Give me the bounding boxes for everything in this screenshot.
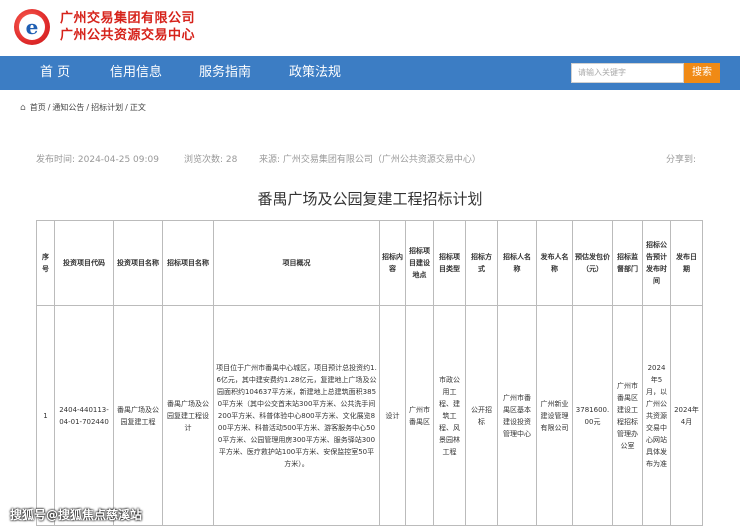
- breadcrumb-separator: /: [86, 103, 90, 112]
- cell-price: 3781600.00元: [572, 305, 613, 526]
- column-header: 招标方式: [465, 220, 498, 306]
- breadcrumb-current: 正文: [129, 103, 146, 112]
- table-row: 1 2404-440113-04-01-702440 番禺广场及公园复建工程 番…: [36, 305, 703, 526]
- org-name-line1: 广州交易集团有限公司: [60, 11, 196, 26]
- search-input[interactable]: 请输入关键字: [571, 63, 684, 83]
- breadcrumb-separator: /: [47, 103, 51, 112]
- column-header: 预估发包价（元）: [572, 220, 613, 306]
- column-header: 项目概况: [213, 220, 380, 306]
- breadcrumb-separator: /: [125, 103, 128, 112]
- share-label: 分享到:: [666, 155, 697, 165]
- view-count: 浏览次数: 28: [184, 155, 238, 165]
- cell-supervisor: 广州市番禺区建设工程招标管理办公室: [612, 305, 643, 526]
- org-name-line2: 广州公共资源交易中心: [60, 28, 196, 43]
- breadcrumb-notice[interactable]: 通知公告: [52, 102, 84, 113]
- publish-time: 发布时间: 2024-04-25 09:09: [36, 155, 159, 165]
- cell-tender-name: 番禺广场及公园复建工程设计: [162, 305, 214, 526]
- tender-plan-table: 序号 投资项目代码 投资项目名称 招标项目名称 项目概况 招标内容 招标项目建设…: [36, 220, 703, 526]
- column-header: 发布日期: [670, 220, 703, 306]
- breadcrumb-plan[interactable]: 招标计划: [91, 102, 123, 113]
- site-header: e 广州交易集团有限公司 广州公共资源交易中心: [0, 0, 740, 56]
- article-source: 来源: 广州交易集团有限公司（广州公共资源交易中心）: [259, 155, 481, 165]
- site-logo[interactable]: e: [14, 9, 50, 45]
- watermark: 搜狐号@搜狐焦点慈溪站: [10, 508, 143, 522]
- cell-tenderer: 广州市番禺区基本建设投资管理中心: [497, 305, 537, 526]
- nav-item-credit[interactable]: 信用信息: [110, 56, 162, 90]
- column-header: 投资项目名称: [113, 220, 163, 306]
- column-header: 招标内容: [379, 220, 406, 306]
- column-header: 招标公告预计发布时间: [642, 220, 671, 306]
- cell-invest-name: 番禺广场及公园复建工程: [113, 305, 163, 526]
- column-header: 发布人名称: [536, 220, 573, 306]
- breadcrumb: ⌂ 首页 / 通知公告 / 招标计划 / 正文: [20, 102, 146, 113]
- nav-item-policy[interactable]: 政策法规: [289, 56, 341, 90]
- cell-code: 2404-440113-04-01-702440: [54, 305, 114, 526]
- column-header: 招标项目名称: [162, 220, 214, 306]
- org-name: 广州交易集团有限公司 广州公共资源交易中心: [60, 10, 195, 44]
- article-title: 番禺广场及公园复建工程招标计划: [257, 190, 483, 208]
- search-button[interactable]: 搜索: [684, 63, 720, 83]
- table-header-row: 序号 投资项目代码 投资项目名称 招标项目名称 项目概况 招标内容 招标项目建设…: [36, 220, 703, 306]
- cell-expected-time: 2024年5月，以广州公共资源交易中心网站具体发布为准: [642, 305, 671, 526]
- cell-publish-date: 2024年4月: [670, 305, 703, 526]
- column-header: 招标项目建设地点: [405, 220, 434, 306]
- logo-letter: e: [19, 14, 45, 40]
- column-header: 序号: [36, 220, 55, 306]
- column-header: 投资项目代码: [54, 220, 114, 306]
- cell-publisher: 广州新业建设管理有限公司: [536, 305, 573, 526]
- cell-method: 公开招标: [465, 305, 498, 526]
- home-icon: ⌂: [20, 102, 26, 113]
- nav-item-guide[interactable]: 服务指南: [199, 56, 251, 90]
- nav-item-home[interactable]: 首 页: [40, 56, 70, 90]
- breadcrumb-home[interactable]: 首页: [30, 102, 46, 113]
- column-header: 招标监督部门: [612, 220, 643, 306]
- column-header: 招标人名称: [497, 220, 537, 306]
- column-header: 招标项目类型: [433, 220, 466, 306]
- cell-type: 市政公用工程、建筑工程、风景园林工程: [433, 305, 466, 526]
- cell-overview: 项目位于广州市番禺中心城区，项目预计总投资约1.6亿元，其中建安费约1.28亿元…: [213, 305, 380, 526]
- cell-location: 广州市番禺区: [405, 305, 434, 526]
- cell-content: 设计: [379, 305, 406, 526]
- cell-no: 1: [36, 305, 55, 526]
